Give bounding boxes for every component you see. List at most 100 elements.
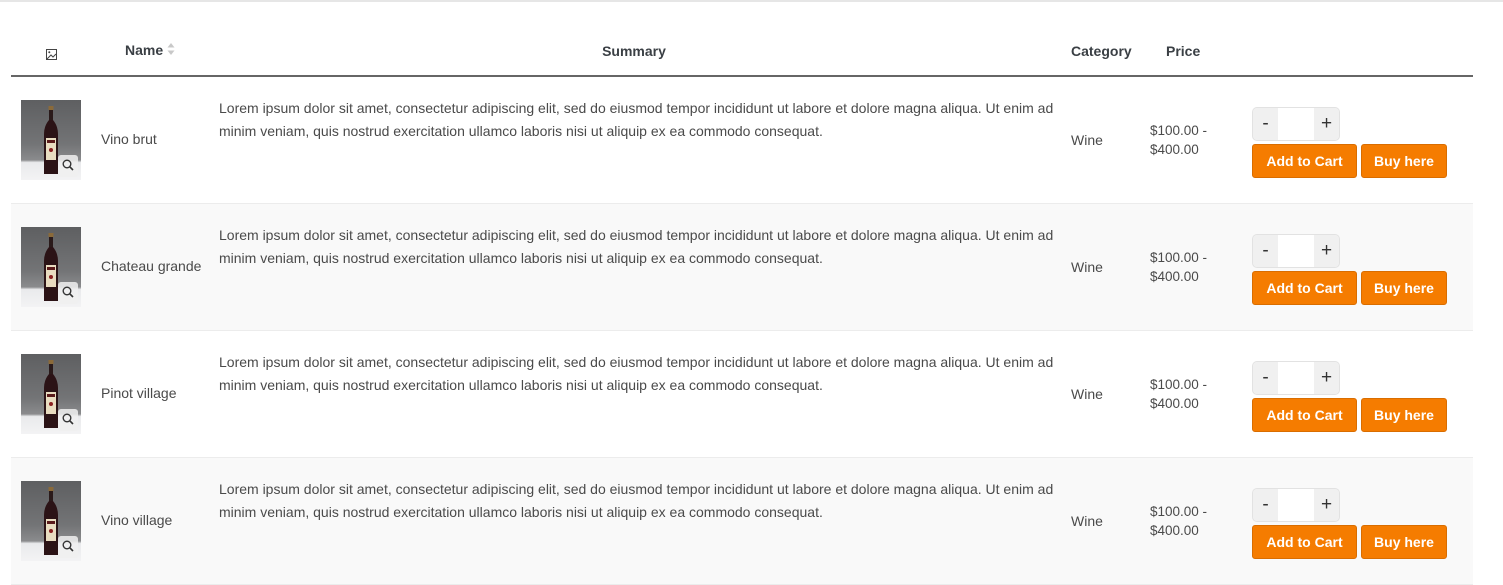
quantity-input[interactable] xyxy=(1278,362,1314,394)
product-actions: - + Add to Cart Buy here xyxy=(1249,330,1473,457)
increment-button[interactable]: + xyxy=(1314,108,1339,141)
buy-here-button[interactable]: Buy here xyxy=(1361,271,1447,305)
magnifier-icon xyxy=(62,285,74,301)
decrement-button[interactable]: - xyxy=(1253,489,1278,521)
product-name-text: Chateau grande xyxy=(101,258,202,274)
product-actions: - + Add to Cart Buy here xyxy=(1249,76,1473,203)
product-price: $100.00 - $400.00 xyxy=(1144,330,1249,457)
button-row: Add to Cart Buy here xyxy=(1252,271,1473,305)
zoom-button[interactable] xyxy=(58,535,78,558)
product-name-text: Vino brut xyxy=(101,131,157,148)
header-row: Name Summary Category Price xyxy=(11,27,1473,77)
top-divider xyxy=(0,0,1503,2)
product-category: Wine xyxy=(1059,457,1144,584)
header-image xyxy=(11,27,91,77)
product-thumbnail[interactable] xyxy=(21,99,81,180)
actions-group: - + Add to Cart Buy here xyxy=(1252,361,1473,432)
header-actions xyxy=(1249,27,1473,77)
product-summary: Lorem ipsum dolor sit amet, consectetur … xyxy=(209,330,1059,457)
product-image-cell xyxy=(11,457,91,584)
product-row: Vino village Lorem ipsum dolor sit amet,… xyxy=(11,457,1473,584)
product-category-text: Wine xyxy=(1071,258,1103,275)
product-actions: - + Add to Cart Buy here xyxy=(1249,457,1473,584)
quantity-input[interactable] xyxy=(1278,235,1314,267)
product-row: Chateau grande Lorem ipsum dolor sit ame… xyxy=(11,203,1473,330)
product-summary-text: Lorem ipsum dolor sit amet, consectetur … xyxy=(219,480,1054,520)
quantity-stepper: - + xyxy=(1252,361,1340,395)
actions-group: - + Add to Cart Buy here xyxy=(1252,488,1473,559)
product-thumbnail[interactable] xyxy=(21,480,81,561)
sort-icon[interactable] xyxy=(167,42,175,59)
wine-bottle-image xyxy=(44,105,58,174)
product-category: Wine xyxy=(1059,330,1144,457)
actions-group: - + Add to Cart Buy here xyxy=(1252,234,1473,305)
magnifier-icon xyxy=(62,412,74,428)
product-actions: - + Add to Cart Buy here xyxy=(1249,203,1473,330)
actions-group: - + Add to Cart Buy here xyxy=(1252,107,1473,179)
product-price: $100.00 - $400.00 xyxy=(1144,76,1249,203)
product-thumbnail[interactable] xyxy=(21,226,81,307)
product-category-text: Wine xyxy=(1071,131,1103,148)
zoom-button[interactable] xyxy=(58,281,78,304)
buy-here-button[interactable]: Buy here xyxy=(1361,525,1447,559)
price-max: $400.00 xyxy=(1150,141,1199,157)
price-max: $400.00 xyxy=(1150,395,1199,411)
increment-button[interactable]: + xyxy=(1314,362,1339,394)
header-name-label: Name xyxy=(125,42,164,59)
product-name: Chateau grande xyxy=(91,203,209,330)
product-price: $100.00 - $400.00 xyxy=(1144,203,1249,330)
button-row: Add to Cart Buy here xyxy=(1252,525,1473,559)
header-name[interactable]: Name xyxy=(91,27,209,77)
add-to-cart-button[interactable]: Add to Cart xyxy=(1252,144,1357,179)
product-name-text: Vino village xyxy=(101,512,173,528)
magnifier-icon xyxy=(62,539,74,555)
add-to-cart-button[interactable]: Add to Cart xyxy=(1252,525,1357,559)
product-thumbnail[interactable] xyxy=(21,353,81,434)
product-category: Wine xyxy=(1059,76,1144,203)
table-body: Vino brut Lorem ipsum dolor sit amet, co… xyxy=(11,76,1473,584)
product-category-text: Wine xyxy=(1071,512,1103,529)
decrement-button[interactable]: - xyxy=(1253,235,1278,267)
quantity-stepper: - + xyxy=(1252,488,1340,522)
increment-button[interactable]: + xyxy=(1314,489,1339,521)
buy-here-button[interactable]: Buy here xyxy=(1361,144,1447,179)
product-summary: Lorem ipsum dolor sit amet, consectetur … xyxy=(209,76,1059,203)
price-min: $100.00 - xyxy=(1150,249,1208,265)
magnifier-icon xyxy=(62,158,74,174)
quantity-input[interactable] xyxy=(1278,489,1314,521)
product-summary: Lorem ipsum dolor sit amet, consectetur … xyxy=(209,457,1059,584)
zoom-button[interactable] xyxy=(58,154,78,177)
product-image-cell xyxy=(11,203,91,330)
quantity-input[interactable] xyxy=(1278,108,1314,141)
product-name: Pinot village xyxy=(91,330,209,457)
add-to-cart-button[interactable]: Add to Cart xyxy=(1252,271,1357,305)
product-image-cell xyxy=(11,330,91,457)
product-table-container: Name Summary Category Price Vino brut Lo… xyxy=(11,27,1473,585)
decrement-button[interactable]: - xyxy=(1253,362,1278,394)
product-image-cell xyxy=(11,76,91,203)
product-name: Vino brut xyxy=(91,76,209,203)
product-name: Vino village xyxy=(91,457,209,584)
price-min: $100.00 - xyxy=(1150,503,1208,519)
product-row: Vino brut Lorem ipsum dolor sit amet, co… xyxy=(11,76,1473,203)
buy-here-button[interactable]: Buy here xyxy=(1361,398,1447,432)
quantity-stepper: - + xyxy=(1252,107,1340,142)
price-max: $400.00 xyxy=(1150,268,1199,284)
wine-bottle-image xyxy=(44,359,58,428)
product-category-text: Wine xyxy=(1071,385,1103,402)
price-min: $100.00 - xyxy=(1150,122,1208,138)
price-max: $400.00 xyxy=(1150,522,1199,538)
price-min: $100.00 - xyxy=(1150,376,1208,392)
add-to-cart-button[interactable]: Add to Cart xyxy=(1252,398,1357,432)
button-row: Add to Cart Buy here xyxy=(1252,144,1473,179)
wine-bottle-image xyxy=(44,486,58,555)
increment-button[interactable]: + xyxy=(1314,235,1339,267)
decrement-button[interactable]: - xyxy=(1253,108,1278,141)
button-row: Add to Cart Buy here xyxy=(1252,398,1473,432)
header-category: Category xyxy=(1059,27,1144,77)
header-summary: Summary xyxy=(209,27,1059,77)
zoom-button[interactable] xyxy=(58,408,78,431)
quantity-stepper: - + xyxy=(1252,234,1340,268)
product-price: $100.00 - $400.00 xyxy=(1144,457,1249,584)
image-icon xyxy=(45,47,57,60)
